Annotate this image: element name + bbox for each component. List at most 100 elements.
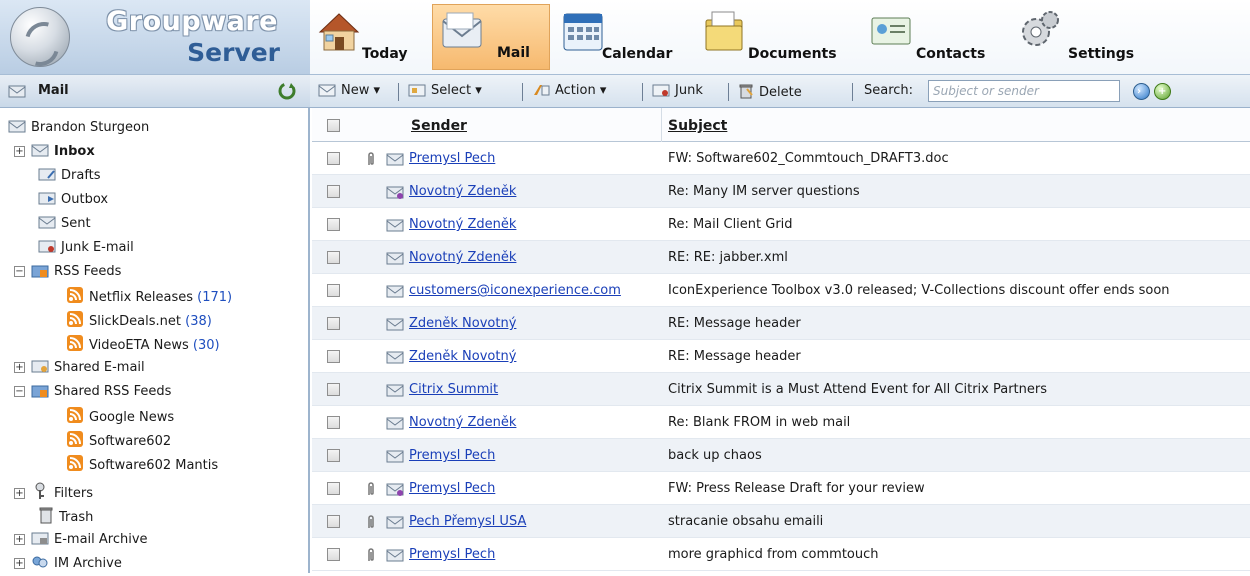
subject-text[interactable]: back up chaos: [668, 448, 762, 463]
tree-junk[interactable]: Junk E-mail: [38, 238, 134, 260]
expand-icon[interactable]: +: [14, 534, 25, 545]
sender-link[interactable]: Zdeněk Novotný: [409, 316, 516, 331]
sender-column-header[interactable]: Sender: [411, 118, 467, 134]
subject-text[interactable]: RE: Message header: [668, 349, 801, 364]
row-checkbox[interactable]: [327, 251, 340, 264]
sender-link[interactable]: Novotný Zdeněk: [409, 217, 516, 232]
subject-column-header[interactable]: Subject: [668, 118, 727, 134]
tree-software602-mantis[interactable]: Software602 Mantis: [66, 454, 218, 476]
refresh-icon[interactable]: [278, 82, 296, 100]
message-row[interactable]: Premysl Pech more graphicd from commtouc…: [312, 538, 1250, 571]
sender-link[interactable]: Premysl Pech: [409, 481, 495, 496]
action-button[interactable]: Action ▾: [532, 83, 606, 101]
message-row[interactable]: Zdeněk Novotný RE: Message header: [312, 340, 1250, 373]
tree-sent[interactable]: Sent: [38, 214, 91, 236]
sender-link[interactable]: Premysl Pech: [409, 448, 495, 463]
delete-button-label: Delete: [759, 85, 802, 100]
sender-link[interactable]: Pech Přemysl USA: [409, 514, 526, 529]
message-row[interactable]: Premysl Pech FW: Software602_Commtouch_D…: [312, 142, 1250, 175]
row-checkbox[interactable]: [327, 284, 340, 297]
row-checkbox[interactable]: [327, 317, 340, 330]
subject-text[interactable]: RE: Message header: [668, 316, 801, 331]
message-row[interactable]: customers@iconexperience.com IconExperie…: [312, 274, 1250, 307]
expand-icon[interactable]: +: [14, 488, 25, 499]
message-row[interactable]: Novotný Zdeněk Re: Many IM server questi…: [312, 175, 1250, 208]
nav-mail[interactable]: Mail: [432, 4, 550, 70]
select-button[interactable]: Select ▾: [408, 83, 482, 101]
tree-slickdeals[interactable]: SlickDeals.net (38): [66, 310, 212, 332]
new-button[interactable]: New ▾: [318, 83, 380, 101]
subject-text[interactable]: more graphicd from commtouch: [668, 547, 879, 562]
advanced-search-button[interactable]: +: [1154, 83, 1171, 100]
message-row[interactable]: Premysl Pech FW: Press Release Draft for…: [312, 472, 1250, 505]
nav-today[interactable]: Today: [310, 4, 420, 70]
nav-contacts[interactable]: Contacts: [862, 4, 998, 70]
sender-link[interactable]: Novotný Zdeněk: [409, 415, 516, 430]
expand-icon[interactable]: +: [14, 362, 25, 373]
expand-icon[interactable]: +: [14, 146, 25, 157]
sender-link[interactable]: Novotný Zdeněk: [409, 250, 516, 265]
row-checkbox[interactable]: [327, 449, 340, 462]
sender-link[interactable]: Novotný Zdeněk: [409, 184, 516, 199]
sender-link[interactable]: Premysl Pech: [409, 151, 495, 166]
toolbar-divider: [398, 83, 399, 101]
sender-link[interactable]: customers@iconexperience.com: [409, 283, 621, 298]
tree-trash[interactable]: Trash: [38, 506, 93, 528]
tree-google-news[interactable]: Google News: [66, 406, 174, 428]
subject-text[interactable]: Re: Many IM server questions: [668, 184, 860, 199]
row-checkbox[interactable]: [327, 548, 340, 561]
tree-email-archive[interactable]: + E-mail Archive: [14, 530, 148, 552]
tree-inbox[interactable]: + Inbox: [14, 142, 95, 164]
row-checkbox[interactable]: [327, 152, 340, 165]
subject-text[interactable]: stracanie obsahu emaili: [668, 514, 823, 529]
subject-text[interactable]: FW: Software602_Commtouch_DRAFT3.doc: [668, 151, 949, 166]
row-checkbox[interactable]: [327, 383, 340, 396]
tree-shared-rss[interactable]: − Shared RSS Feeds: [14, 382, 171, 404]
tree-software602[interactable]: Software602: [66, 430, 171, 452]
tree-shared-email[interactable]: + Shared E-mail: [14, 358, 145, 380]
message-row[interactable]: Citrix Summit Citrix Summit is a Must At…: [312, 373, 1250, 406]
tree-outbox[interactable]: Outbox: [38, 190, 108, 212]
collapse-icon[interactable]: −: [14, 386, 25, 397]
message-row[interactable]: Novotný Zdeněk Re: Mail Client Grid: [312, 208, 1250, 241]
archive-icon: [31, 532, 49, 545]
message-row[interactable]: Premysl Pech back up chaos: [312, 439, 1250, 472]
row-checkbox[interactable]: [327, 350, 340, 363]
subject-text[interactable]: RE: RE: jabber.xml: [668, 250, 788, 265]
expand-icon[interactable]: +: [14, 558, 25, 569]
select-all-checkbox[interactable]: [327, 119, 340, 132]
row-checkbox[interactable]: [327, 185, 340, 198]
attachment-icon: [368, 152, 374, 165]
top-header: Groupware Server Today Mail Calendar Doc…: [0, 0, 1250, 74]
row-checkbox[interactable]: [327, 218, 340, 231]
row-checkbox[interactable]: [327, 416, 340, 429]
subject-text[interactable]: FW: Press Release Draft for your review: [668, 481, 925, 496]
search-go-button[interactable]: ›: [1133, 83, 1150, 100]
junk-button[interactable]: Junk: [652, 83, 703, 101]
sender-link[interactable]: Citrix Summit: [409, 382, 498, 397]
row-checkbox[interactable]: [327, 482, 340, 495]
message-row[interactable]: Pech Přemysl USA stracanie obsahu emaili: [312, 505, 1250, 538]
sender-link[interactable]: Zdeněk Novotný: [409, 349, 516, 364]
subject-text[interactable]: Re: Blank FROM in web mail: [668, 415, 850, 430]
message-row[interactable]: Zdeněk Novotný RE: Message header: [312, 307, 1250, 340]
tree-videoeta[interactable]: VideoETA News (30): [66, 334, 220, 356]
subject-text[interactable]: Re: Mail Client Grid: [668, 217, 793, 232]
subject-text[interactable]: IconExperience Toolbox v3.0 released; V-…: [668, 283, 1170, 298]
row-checkbox[interactable]: [327, 515, 340, 528]
tree-filters[interactable]: + Filters: [14, 482, 93, 504]
nav-settings[interactable]: Settings: [1010, 4, 1150, 70]
collapse-icon[interactable]: −: [14, 266, 25, 277]
search-input[interactable]: [928, 80, 1120, 102]
nav-documents[interactable]: Documents: [696, 4, 846, 70]
subject-text[interactable]: Citrix Summit is a Must Attend Event for…: [668, 382, 1047, 397]
tree-rss-feeds[interactable]: − RSS Feeds: [14, 262, 121, 284]
delete-button[interactable]: Delete: [738, 83, 802, 101]
tree-account[interactable]: Brandon Sturgeon: [8, 118, 149, 140]
nav-calendar[interactable]: Calendar: [554, 4, 684, 70]
message-row[interactable]: Novotný Zdeněk RE: RE: jabber.xml: [312, 241, 1250, 274]
sender-link[interactable]: Premysl Pech: [409, 547, 495, 562]
tree-netflix[interactable]: Netflix Releases (171): [66, 286, 232, 308]
message-row[interactable]: Novotný Zdeněk Re: Blank FROM in web mai…: [312, 406, 1250, 439]
tree-drafts[interactable]: Drafts: [38, 166, 101, 188]
